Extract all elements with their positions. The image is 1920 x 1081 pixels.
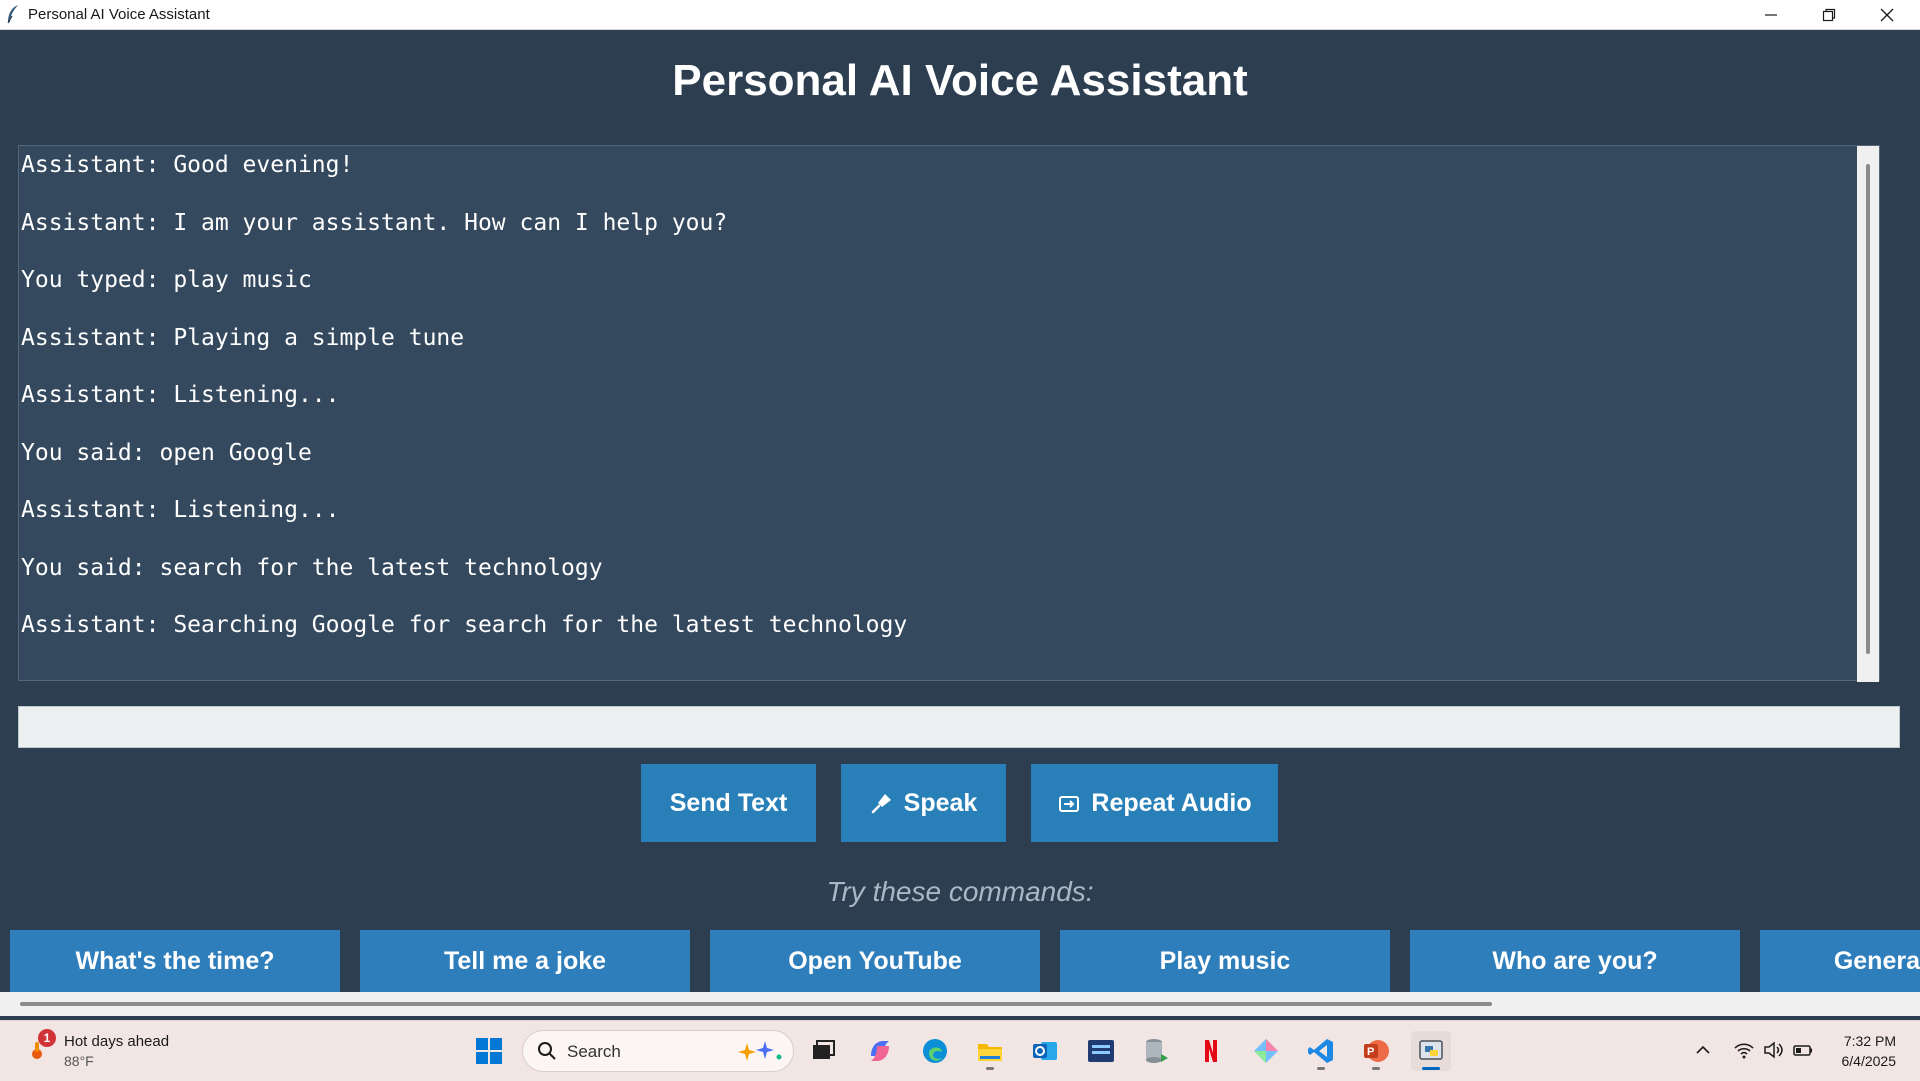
copilot-icon xyxy=(871,1041,889,1061)
conversation-scrollbar[interactable] xyxy=(1857,146,1879,682)
command-input[interactable] xyxy=(18,706,1900,748)
taskbar-search[interactable]: Search xyxy=(522,1030,794,1072)
command-label: Genera xyxy=(1833,946,1920,975)
task-view-button[interactable] xyxy=(803,1031,843,1071)
battery-icon[interactable] xyxy=(1792,1039,1814,1061)
chat-line: You said: search for the latest technolo… xyxy=(21,554,603,581)
weather-badge: 1 xyxy=(38,1029,56,1047)
copilot-button[interactable] xyxy=(860,1031,900,1071)
sparkle-icon xyxy=(738,1041,782,1061)
vscode-button[interactable] xyxy=(1301,1031,1341,1071)
search-icon xyxy=(538,1042,556,1060)
send-text-button[interactable]: Send Text xyxy=(641,764,816,842)
repeat-audio-label: Repeat Audio xyxy=(1091,788,1252,817)
start-button[interactable] xyxy=(469,1031,509,1071)
window-title-bar: Personal AI Voice Assistant xyxy=(0,0,1920,30)
running-indicator xyxy=(1372,1067,1380,1070)
active-indicator xyxy=(1422,1067,1440,1070)
scrollbar-thumb[interactable] xyxy=(1866,164,1870,654)
conversation-log[interactable]: Assistant: Good evening! Assistant: I am … xyxy=(18,145,1880,682)
repeat-audio-button[interactable]: Repeat Audio xyxy=(1031,764,1278,842)
restore-icon xyxy=(1822,8,1836,21)
svg-text:P: P xyxy=(1367,1046,1374,1058)
command-button[interactable]: Open YouTube xyxy=(710,930,1040,992)
command-button[interactable]: Tell me a joke xyxy=(360,930,690,992)
chat-line: You typed: play music xyxy=(21,267,312,293)
window-title: Personal AI Voice Assistant xyxy=(28,6,210,23)
repeat-icon xyxy=(1059,796,1080,812)
netflix-icon xyxy=(1205,1040,1217,1062)
running-indicator xyxy=(986,1067,994,1070)
command-button[interactable]: Genera xyxy=(1760,930,1920,992)
try-commands-label: Try these commands: xyxy=(826,876,1094,907)
command-button[interactable]: Who are you? xyxy=(1410,930,1740,992)
gemini-app-button[interactable] xyxy=(1246,1031,1286,1071)
chat-line: Assistant: Listening... xyxy=(21,382,340,408)
python-app-icon xyxy=(1419,1040,1443,1060)
running-indicator xyxy=(1317,1067,1325,1070)
chevron-up-icon[interactable] xyxy=(1692,1039,1714,1061)
command-label: Who are you? xyxy=(1492,946,1658,975)
file-explorer-icon xyxy=(978,1044,1002,1061)
search-label: Search xyxy=(567,1042,621,1061)
python-app-button[interactable] xyxy=(1411,1031,1451,1071)
clock-date: 6/4/2025 xyxy=(1841,1053,1897,1069)
database-app-icon xyxy=(1146,1039,1168,1063)
task-view-icon xyxy=(813,1040,835,1059)
file-explorer-button[interactable] xyxy=(970,1031,1010,1071)
minimize-button[interactable] xyxy=(1742,0,1800,29)
edge-button[interactable] xyxy=(915,1031,955,1071)
horizontal-scrollbar-thumb[interactable] xyxy=(20,1002,1492,1006)
command-label: Open YouTube xyxy=(788,946,962,975)
speak-label: Speak xyxy=(903,788,978,817)
command-button[interactable]: What's the time? xyxy=(10,930,340,992)
chat-line: Assistant: Good evening! xyxy=(21,152,354,178)
gemini-app-icon xyxy=(1254,1039,1278,1063)
taskbar: 1 Hot days ahead 88°F Search P 7:32 PM 6… xyxy=(0,1020,1920,1081)
edge-icon xyxy=(923,1039,947,1063)
close-icon xyxy=(1880,8,1894,21)
chat-line: Assistant: Searching Google for search f… xyxy=(21,612,908,638)
microphone-icon xyxy=(871,794,891,814)
command-label: Play music xyxy=(1159,946,1291,975)
weather-temperature: 88°F xyxy=(64,1053,94,1069)
command-button[interactable]: Play music xyxy=(1060,930,1390,992)
prime-video-button[interactable] xyxy=(1081,1031,1121,1071)
restore-button[interactable] xyxy=(1800,0,1858,29)
feather-app-icon xyxy=(7,5,18,24)
minimize-icon xyxy=(1765,13,1777,16)
command-label: Tell me a joke xyxy=(443,946,607,975)
powerpoint-icon: P xyxy=(1364,1040,1389,1062)
weather-widget[interactable]: 1 Hot days ahead 88°F xyxy=(24,1029,244,1073)
command-label: What's the time? xyxy=(75,946,275,975)
assistant-app: Personal AI Voice Assistant Assistant: G… xyxy=(0,30,1920,1020)
horizontal-scrollbar[interactable] xyxy=(0,992,1920,1016)
conversation-lines: Assistant: Good evening! Assistant: I am … xyxy=(21,146,1871,664)
wifi-icon[interactable] xyxy=(1733,1039,1755,1061)
vscode-icon xyxy=(1308,1039,1333,1063)
outlook-button[interactable] xyxy=(1025,1031,1065,1071)
chat-line: You said: open Google xyxy=(21,439,312,466)
outlook-icon xyxy=(1033,1042,1057,1060)
speak-button[interactable]: Speak xyxy=(841,764,1006,842)
close-button[interactable] xyxy=(1858,0,1916,29)
chat-line: Assistant: I am your assistant. How can … xyxy=(21,209,728,236)
volume-icon[interactable] xyxy=(1762,1039,1784,1061)
database-app-button[interactable] xyxy=(1136,1031,1176,1071)
netflix-button[interactable] xyxy=(1191,1031,1231,1071)
chat-line: Assistant: Playing a simple tune xyxy=(21,324,465,351)
send-text-label: Send Text xyxy=(669,788,788,817)
weather-headline: Hot days ahead xyxy=(64,1033,170,1050)
system-clock[interactable]: 7:32 PM 6/4/2025 xyxy=(1826,1031,1897,1071)
clock-time: 7:32 PM xyxy=(1843,1033,1896,1049)
powerpoint-button[interactable]: P xyxy=(1356,1031,1396,1071)
prime-video-icon xyxy=(1088,1040,1114,1062)
chat-line: Assistant: Listening... xyxy=(21,497,340,523)
page-title: Personal AI Voice Assistant xyxy=(672,56,1248,105)
windows-icon xyxy=(476,1038,502,1064)
